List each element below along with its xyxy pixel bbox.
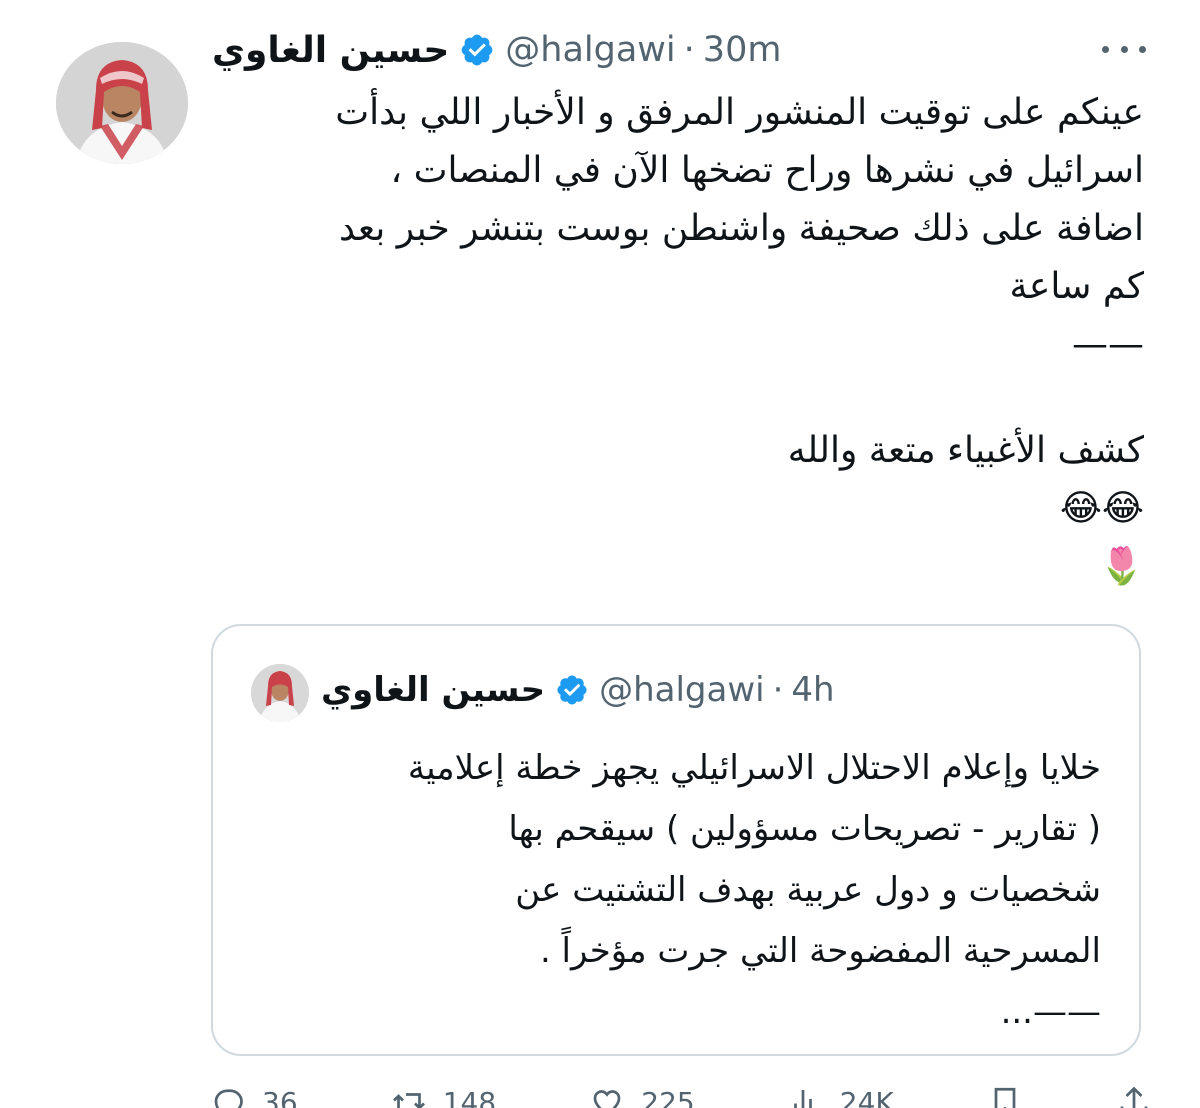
tweet-line: اسرائيل في نشرها وراح تضخها الآن في المن…	[390, 150, 1144, 191]
like-button[interactable]: 225	[589, 1082, 695, 1108]
quoted-tweet[interactable]: حسين الغاوي @halgawi · 4h خلايا وإعلام ا…	[211, 624, 1141, 1056]
quoted-tweet-line: ( تقارير - تصريحات مسؤولين ) سيقحم بها	[508, 809, 1101, 849]
tweet-line: اضافة على ذلك صحيفة واشنطن بوست بتنشر خب…	[339, 208, 1144, 249]
quoted-tweet-text: خلايا وإعلام الاحتلال الاسرائيلي يجهز خط…	[241, 738, 1101, 1043]
quoted-tweet-line: شخصيات و دول عربية بهدف التشتيت عن	[515, 870, 1101, 910]
header-separator: ·	[683, 30, 695, 70]
bookmark-icon	[994, 1087, 1016, 1108]
views-button[interactable]: 24K	[788, 1082, 894, 1108]
verified-badge-icon	[557, 675, 587, 705]
author-handle[interactable]: @halgawi	[505, 30, 675, 70]
bookmark-button[interactable]	[987, 1082, 1023, 1108]
quoted-tweet-timestamp[interactable]: 4h	[791, 670, 834, 710]
repost-icon	[392, 1093, 425, 1108]
quoted-author-avatar[interactable]	[251, 664, 309, 722]
repost-count: 148	[442, 1085, 497, 1108]
like-count: 225	[641, 1085, 695, 1108]
heart-icon	[593, 1090, 621, 1108]
quoted-tweet-header: حسين الغاوي @halgawi · 4h	[321, 670, 835, 710]
verified-badge-icon	[461, 34, 493, 66]
share-icon	[1120, 1086, 1148, 1108]
quoted-tweet-line: خلايا وإعلام الاحتلال الاسرائيلي يجهز خط…	[407, 748, 1101, 788]
emoji-line: 😂😂	[1059, 488, 1144, 529]
tweet-line: كم ساعة	[1009, 266, 1144, 307]
author-avatar[interactable]	[56, 42, 188, 164]
repost-button[interactable]: 148	[391, 1082, 496, 1108]
more-icon[interactable]	[1102, 34, 1146, 64]
quoted-author-handle[interactable]: @halgawi	[599, 670, 765, 710]
quoted-tweet-line: ——...	[1000, 992, 1101, 1032]
share-button[interactable]	[1116, 1082, 1152, 1108]
tweet-line: كشف الأغبياء متعة والله	[787, 430, 1144, 471]
reply-count: 36	[262, 1085, 298, 1108]
views-count: 24K	[839, 1085, 894, 1108]
tweet-header: حسين الغاوي @halgawi · 30m	[212, 26, 781, 74]
reply-button[interactable]: 36	[210, 1082, 298, 1108]
views-icon	[793, 1090, 820, 1108]
author-name[interactable]: حسين الغاوي	[212, 30, 449, 71]
tweet[interactable]: حسين الغاوي @halgawi · 30m عينكم على توق…	[0, 0, 1200, 1108]
action-bar: 36 148 225 24K	[210, 1082, 1152, 1108]
quoted-tweet-line: المسرحية المفضوحة التي جرت مؤخراً .	[539, 931, 1101, 971]
quoted-author-name[interactable]: حسين الغاوي	[321, 670, 545, 710]
tweet-line: ——	[1072, 324, 1144, 365]
tweet-line: عينكم على توقيت المنشور المرفق و الأخبار…	[335, 92, 1144, 133]
emoji-line: 🌷	[1099, 546, 1144, 587]
tweet-timestamp[interactable]: 30m	[703, 30, 782, 70]
tweet-text: عينكم على توقيت المنشور المرفق و الأخبار…	[204, 84, 1144, 596]
reply-icon	[214, 1089, 243, 1108]
header-separator: ·	[772, 670, 784, 710]
